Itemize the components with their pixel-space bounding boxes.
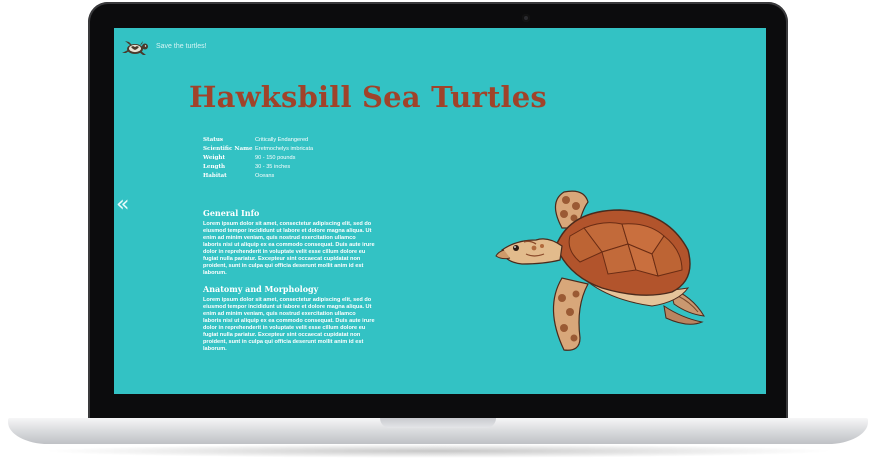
hawksbill-turtle-illustration bbox=[495, 190, 705, 351]
screen: Save the turtles! Hawksbill Sea Turtles … bbox=[114, 28, 766, 394]
fact-value: Oceans bbox=[255, 173, 275, 179]
turtle-logo-icon[interactable] bbox=[120, 38, 150, 58]
fact-label: Scientific Name bbox=[203, 146, 253, 152]
fact-row: Scientific Name Eretmochelys imbricata bbox=[203, 145, 313, 154]
fact-label: Weight bbox=[203, 155, 226, 161]
fact-value: Eretmochelys imbricata bbox=[255, 146, 314, 152]
fact-label: Status bbox=[203, 137, 224, 143]
site-tagline[interactable]: Save the turtles! bbox=[156, 43, 207, 50]
double-chevron-left-icon[interactable]: « bbox=[116, 194, 138, 218]
fact-row: Weight 90 - 150 pounds bbox=[203, 154, 313, 163]
fact-value: 30 - 35 inches bbox=[255, 164, 291, 170]
general-info-section: General Info Lorem ipsum dolor sit amet,… bbox=[203, 208, 375, 277]
section-heading: General Info bbox=[203, 208, 260, 218]
section-body: Lorem ipsum dolor sit amet, consectetur … bbox=[203, 297, 375, 352]
laptop-notch bbox=[380, 418, 496, 428]
fact-row: Status Critically Endangered bbox=[203, 136, 313, 145]
fact-label: Habitat bbox=[203, 173, 227, 179]
camera-icon bbox=[522, 14, 530, 22]
laptop-shadow bbox=[40, 444, 836, 458]
fact-value: Critically Endangered bbox=[255, 137, 309, 143]
anatomy-section: Anatomy and Morphology Lorem ipsum dolor… bbox=[203, 284, 375, 353]
section-heading: Anatomy and Morphology bbox=[203, 284, 319, 294]
fact-row: Length 30 - 35 inches bbox=[203, 163, 313, 172]
fact-value: 90 - 150 pounds bbox=[255, 155, 296, 161]
section-body: Lorem ipsum dolor sit amet, consectetur … bbox=[203, 221, 375, 276]
fact-row: Habitat Oceans bbox=[203, 172, 313, 181]
fact-label: Length bbox=[203, 164, 226, 170]
facts-table: Status Critically Endangered Scientific … bbox=[203, 136, 313, 181]
page-title: Hawksbill Sea Turtles bbox=[189, 80, 547, 114]
